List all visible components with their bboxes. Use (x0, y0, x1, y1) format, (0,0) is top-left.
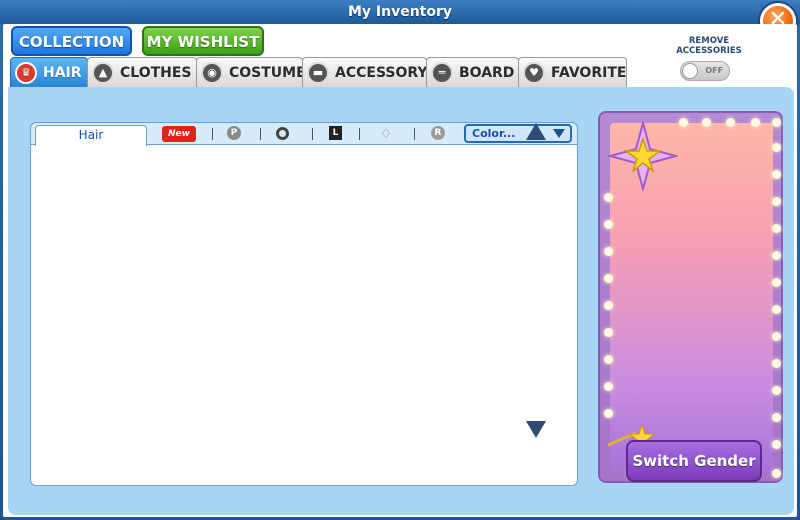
tab-clothes[interactable]: ▲ CLOTHES (87, 57, 197, 87)
bulb-icon (604, 193, 613, 202)
bulb-icon (772, 170, 781, 179)
tab-label: CLOTHES (120, 64, 192, 81)
window-content: COLLECTION MY WISHLIST ♛ HAIR ▲ CLOTHES … (3, 24, 797, 517)
filter-p-icon[interactable]: P (227, 126, 241, 140)
bulb-icon (604, 274, 613, 283)
filter-new-badge[interactable]: New (162, 126, 196, 142)
bulb-icon (772, 143, 781, 152)
tab-board[interactable]: ═ BOARD (426, 57, 519, 87)
bulb-icon (726, 118, 735, 127)
heart-icon: ♥ (523, 61, 545, 84)
toggle-knob (682, 63, 698, 79)
inventory-window: My Inventory ✕ COLLECTION MY WISHLIST ♛ … (0, 0, 800, 520)
tab-label: COSTUME (229, 64, 306, 81)
tab-costume[interactable]: ◉ COSTUME (196, 57, 306, 87)
bulb-icon (604, 355, 613, 364)
switch-gender-button[interactable]: Switch Gender (626, 440, 762, 482)
tab-favorite[interactable]: ♥ FAVORITE (518, 57, 627, 87)
filter-bar: Hair New P L ♢ R Color... (30, 122, 578, 146)
scroll-up-arrow-icon[interactable] (526, 123, 546, 140)
bulb-icon (772, 278, 781, 287)
category-tabs: ♛ HAIR ▲ CLOTHES ◉ COSTUME ▬ ACCESSORY ═… (10, 57, 627, 87)
scroll-down-arrow-icon[interactable] (526, 421, 546, 438)
chevron-down-icon (553, 129, 565, 138)
divider (414, 128, 415, 140)
avatar-preview-mirror: Switch Gender (598, 111, 783, 483)
bulb-icon (772, 413, 781, 422)
bulb-icon (772, 224, 781, 233)
bulb-icon (772, 118, 781, 127)
bulb-icon (604, 220, 613, 229)
tab-label: HAIR (43, 64, 82, 81)
bulb-icon (772, 440, 781, 449)
bulb-icon (604, 409, 613, 418)
filter-r-icon[interactable]: R (431, 126, 445, 140)
bulb-icon (772, 305, 781, 314)
subtab-hair[interactable]: Hair (35, 125, 147, 146)
bulb-icon (772, 332, 781, 341)
tab-label: BOARD (459, 64, 515, 81)
divider (212, 128, 213, 140)
remove-label-line2: ACCESSORIES (676, 46, 742, 56)
costume-icon: ◉ (201, 61, 223, 84)
tab-label: FAVORITE (551, 64, 627, 81)
tab-collection[interactable]: COLLECTION (11, 26, 132, 56)
sunglasses-icon: ▬ (307, 61, 329, 84)
star-badge-icon (608, 121, 678, 191)
bulb-icon (772, 359, 781, 368)
bulb-icon (772, 469, 781, 478)
board-icon: ═ (431, 61, 453, 84)
divider (312, 128, 313, 140)
inventory-panel: Hair New P L ♢ R Color... Switch Gender (8, 87, 794, 515)
window-title: My Inventory (0, 0, 800, 24)
remove-accessories-toggle[interactable]: OFF (680, 61, 730, 81)
bulb-icon (751, 118, 760, 127)
color-select-label: Color... (472, 127, 516, 140)
toggle-state: OFF (705, 66, 723, 75)
tab-hair[interactable]: ♛ HAIR (10, 57, 88, 87)
filter-diamond-icon[interactable]: ♢ (377, 126, 395, 142)
divider (260, 128, 261, 140)
tab-accessory[interactable]: ▬ ACCESSORY (302, 57, 428, 87)
bulb-icon (702, 118, 711, 127)
tab-my-wishlist[interactable]: MY WISHLIST (142, 26, 264, 56)
divider (359, 128, 360, 140)
shirt-icon: ▲ (92, 61, 114, 84)
bulb-icon (772, 251, 781, 260)
remove-label-line1: REMOVE (688, 36, 730, 46)
item-list[interactable] (30, 122, 578, 486)
bulb-icon (604, 382, 613, 391)
color-select[interactable]: Color... (464, 124, 572, 143)
bulb-icon (604, 328, 613, 337)
remove-accessories-label: REMOVE ACCESSORIES (669, 36, 749, 56)
bulb-icon (604, 247, 613, 256)
bulb-icon (772, 197, 781, 206)
tab-label: ACCESSORY (335, 64, 428, 81)
bulb-icon (772, 386, 781, 395)
bulb-icon (679, 118, 688, 127)
bulb-icon (604, 301, 613, 310)
filter-ring-icon[interactable] (276, 127, 289, 140)
filter-l-icon[interactable]: L (329, 126, 342, 140)
hair-icon: ♛ (15, 61, 37, 84)
